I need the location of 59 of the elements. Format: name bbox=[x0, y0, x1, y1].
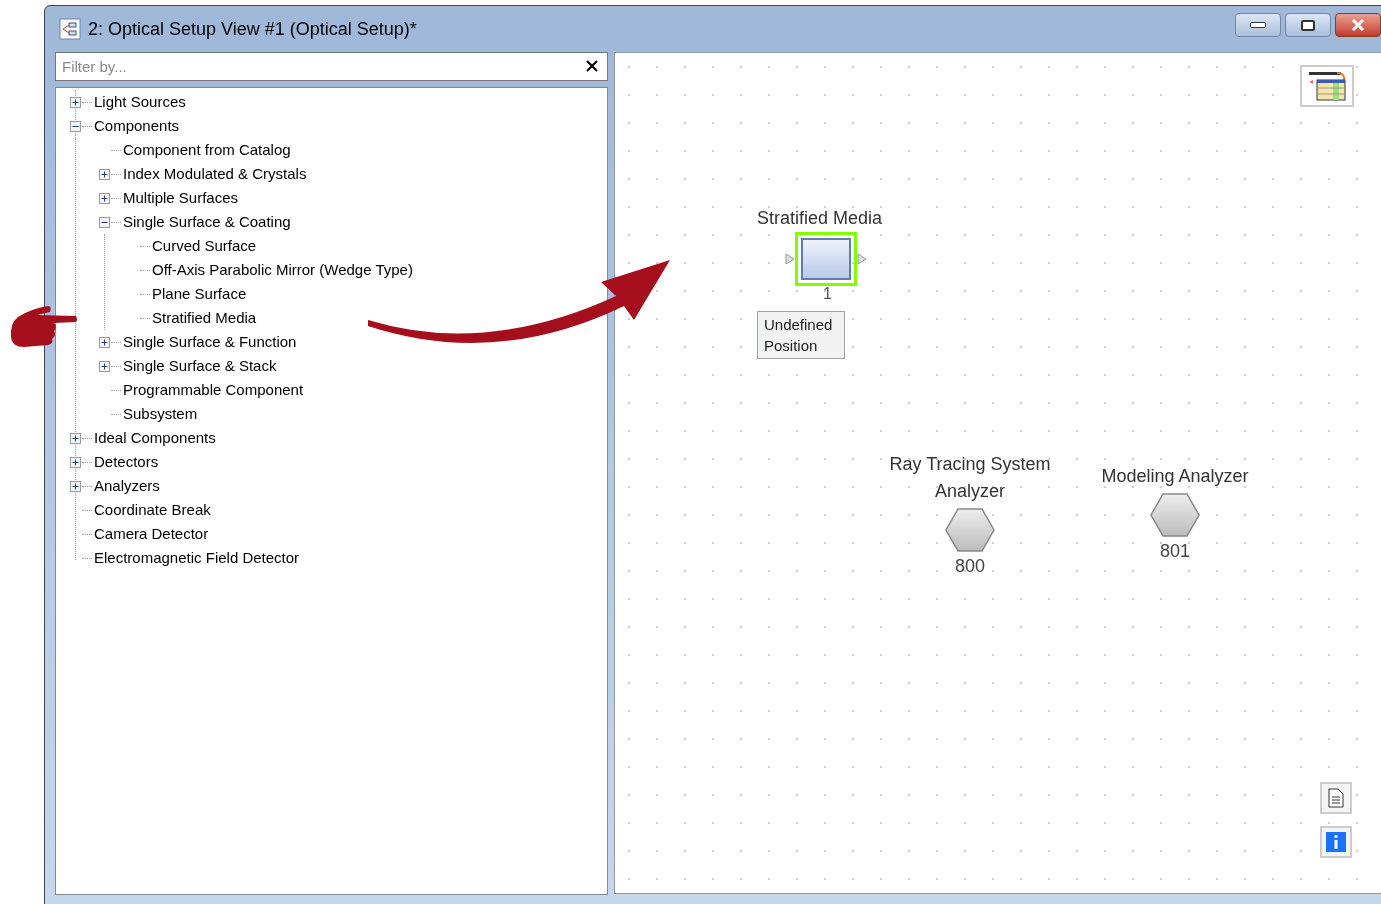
node-number: 1 bbox=[823, 286, 832, 302]
close-button[interactable] bbox=[1335, 13, 1381, 37]
table-icon bbox=[1307, 70, 1347, 102]
hexagon-icon[interactable] bbox=[944, 507, 996, 553]
node-label: Stratified Media bbox=[757, 207, 883, 230]
minimize-icon bbox=[1250, 22, 1266, 28]
tree-item[interactable]: Coordinate Break bbox=[93, 498, 212, 522]
document-icon bbox=[1328, 788, 1344, 808]
tree-item[interactable]: Analyzers bbox=[93, 474, 161, 498]
tree-item[interactable]: Off-Axis Parabolic Mirror (Wedge Type) bbox=[151, 258, 414, 282]
close-icon bbox=[1351, 19, 1365, 31]
expand-icon[interactable] bbox=[99, 360, 110, 372]
tree-item[interactable]: Subsystem bbox=[122, 402, 199, 426]
tree-item[interactable]: Single Surface & Function bbox=[122, 330, 298, 354]
minimize-button[interactable] bbox=[1235, 13, 1281, 37]
node-number: 800 bbox=[954, 555, 985, 578]
input-port-icon bbox=[785, 253, 795, 265]
filter-field[interactable]: Filter by... bbox=[55, 52, 608, 81]
collapse-icon[interactable] bbox=[70, 120, 81, 132]
tree-item[interactable]: Programmable Component bbox=[122, 378, 305, 402]
tree-item[interactable]: Stratified Media bbox=[151, 306, 258, 330]
tree-item[interactable]: Plane Surface bbox=[151, 282, 248, 306]
app-icon bbox=[59, 18, 81, 40]
collapse-icon[interactable] bbox=[99, 216, 110, 228]
info-icon bbox=[1326, 832, 1346, 852]
node-label: Modeling Analyzer bbox=[1100, 465, 1250, 488]
tree-item[interactable]: Detectors bbox=[93, 450, 160, 474]
expand-icon[interactable] bbox=[99, 168, 110, 180]
pointing-hand-icon bbox=[10, 303, 78, 349]
tree-item[interactable]: Index Modulated & Crystals bbox=[122, 162, 308, 186]
tree-item[interactable]: Single Surface & Stack bbox=[122, 354, 278, 378]
tree-item[interactable]: Electromagnetic Field Detector bbox=[93, 546, 301, 570]
table-view-button[interactable] bbox=[1300, 65, 1354, 107]
tree-item[interactable]: Camera Detector bbox=[93, 522, 210, 546]
tree-item[interactable]: Component from Catalog bbox=[122, 138, 292, 162]
window-title: 2: Optical Setup View #1 (Optical Setup)* bbox=[88, 17, 417, 41]
node-label: Ray Tracing System Analyzer bbox=[888, 453, 1052, 503]
tree-item[interactable]: Light Sources bbox=[93, 90, 187, 114]
position-label: Undefined Position bbox=[757, 311, 845, 359]
tree-item[interactable]: Single Surface & Coating bbox=[122, 210, 292, 234]
document-button[interactable] bbox=[1320, 782, 1352, 814]
maximize-button[interactable] bbox=[1285, 13, 1331, 37]
tree-item[interactable]: Components bbox=[93, 114, 181, 138]
tree-item[interactable]: Curved Surface bbox=[151, 234, 258, 258]
node-number: 801 bbox=[1159, 540, 1190, 563]
hexagon-icon[interactable] bbox=[1149, 492, 1201, 538]
expand-icon[interactable] bbox=[99, 192, 110, 204]
expand-icon[interactable] bbox=[70, 432, 81, 444]
expand-icon[interactable] bbox=[70, 96, 81, 108]
maximize-icon bbox=[1301, 19, 1315, 31]
expand-icon[interactable] bbox=[70, 480, 81, 492]
tree-item[interactable]: Multiple Surfaces bbox=[122, 186, 240, 210]
clear-icon[interactable] bbox=[585, 59, 599, 73]
output-port-icon bbox=[857, 253, 867, 265]
expand-icon[interactable] bbox=[99, 336, 110, 348]
expand-icon[interactable] bbox=[70, 456, 81, 468]
tree-item[interactable]: Ideal Components bbox=[93, 426, 217, 450]
component-block[interactable] bbox=[795, 232, 857, 286]
info-button[interactable] bbox=[1320, 826, 1352, 858]
